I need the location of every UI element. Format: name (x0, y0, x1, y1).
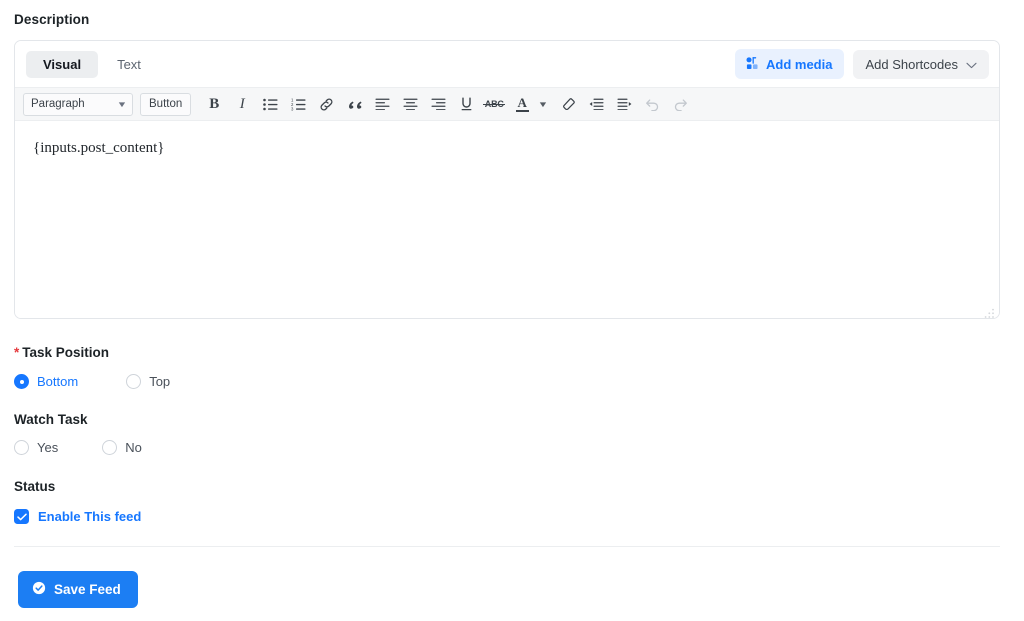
underline-icon[interactable] (452, 91, 480, 117)
link-icon[interactable] (312, 91, 340, 117)
text-color-icon[interactable]: A (508, 91, 536, 117)
rich-text-editor: Visual Text Add media Add Shortcodes Par… (14, 40, 1000, 319)
chevron-down-icon (966, 58, 977, 71)
align-left-icon[interactable] (368, 91, 396, 117)
italic-icon[interactable]: I (228, 91, 256, 117)
page-title: Description (14, 12, 90, 27)
add-shortcodes-button[interactable]: Add Shortcodes (853, 49, 989, 79)
editor-content-text[interactable]: {inputs.post_content} (33, 137, 981, 160)
add-media-button[interactable]: Add media (735, 49, 845, 79)
radio-dot-icon (14, 374, 29, 389)
radio-task-position-bottom[interactable]: Bottom (14, 374, 78, 389)
insert-button-label: Button (149, 98, 183, 110)
radio-dot-icon (14, 440, 29, 455)
resize-handle[interactable] (984, 306, 995, 318)
radio-label: Yes (37, 440, 59, 455)
insert-button-button[interactable]: Button (140, 92, 192, 116)
format-select-value: Paragraph (31, 98, 85, 110)
clear-formatting-icon[interactable] (554, 91, 582, 117)
radio-dot-icon (126, 374, 142, 389)
description-form-page: Description Visual Text Add media Add Sh… (0, 0, 1024, 621)
radio-watch-task-yes[interactable]: Yes (14, 440, 58, 455)
format-select[interactable]: Paragraph ▼ (23, 92, 133, 116)
bulleted-list-icon[interactable] (256, 91, 284, 117)
text-color-chevron-down-icon[interactable]: ▼ (534, 91, 553, 117)
redo-icon (666, 91, 694, 117)
footer-divider (14, 546, 1000, 547)
enable-feed-label: Enable This feed (38, 509, 142, 524)
radio-label: No (125, 440, 142, 455)
editor-actions: Add media Add Shortcodes (735, 49, 989, 79)
task-position-radio-group: Bottom Top (14, 374, 170, 389)
tab-visual[interactable]: Visual (26, 50, 99, 78)
editor-mode-tabs: Visual Text (26, 50, 158, 78)
save-feed-label: Save Feed (54, 582, 121, 597)
status-label: Status (14, 479, 56, 494)
editor-topbar: Visual Text Add media Add Shortcodes (15, 41, 999, 87)
radio-label: Bottom (37, 374, 79, 389)
required-marker: * (14, 345, 20, 360)
undo-icon (638, 91, 666, 117)
svg-text:3: 3 (291, 106, 294, 110)
checkbox-checked-icon (14, 509, 29, 524)
radio-task-position-top[interactable]: Top (126, 374, 170, 389)
tab-text[interactable]: Text (100, 51, 158, 78)
increase-indent-icon[interactable] (610, 91, 638, 117)
task-position-label-text: Task Position (22, 345, 110, 360)
strikethrough-icon[interactable]: ABC (480, 91, 508, 117)
editor-content-area[interactable]: {inputs.post_content} (15, 121, 999, 318)
radio-dot-icon (102, 440, 118, 455)
watch-task-radio-group: Yes No (14, 440, 142, 455)
align-right-icon[interactable] (424, 91, 452, 117)
add-media-label: Add media (766, 56, 833, 72)
numbered-list-icon[interactable]: 1 2 3 (284, 91, 312, 117)
radio-label: Top (149, 374, 171, 389)
bold-icon[interactable]: B (200, 91, 228, 117)
align-center-icon[interactable] (396, 91, 424, 117)
decrease-indent-icon[interactable] (582, 91, 610, 117)
editor-toolbar: Paragraph ▼ Button B I 1 2 3 ABC A ▼ (15, 87, 999, 121)
add-shortcodes-label: Add Shortcodes (865, 56, 958, 72)
chevron-down-icon: ▼ (116, 99, 128, 109)
media-icon (745, 56, 759, 72)
save-feed-button[interactable]: Save Feed (18, 571, 138, 608)
radio-watch-task-no[interactable]: No (102, 440, 142, 455)
blockquote-icon[interactable] (340, 91, 368, 117)
check-circle-icon (32, 581, 46, 598)
watch-task-label: Watch Task (14, 412, 88, 427)
enable-feed-checkbox[interactable]: Enable This feed (14, 509, 141, 524)
task-position-label: * Task Position (14, 345, 109, 360)
